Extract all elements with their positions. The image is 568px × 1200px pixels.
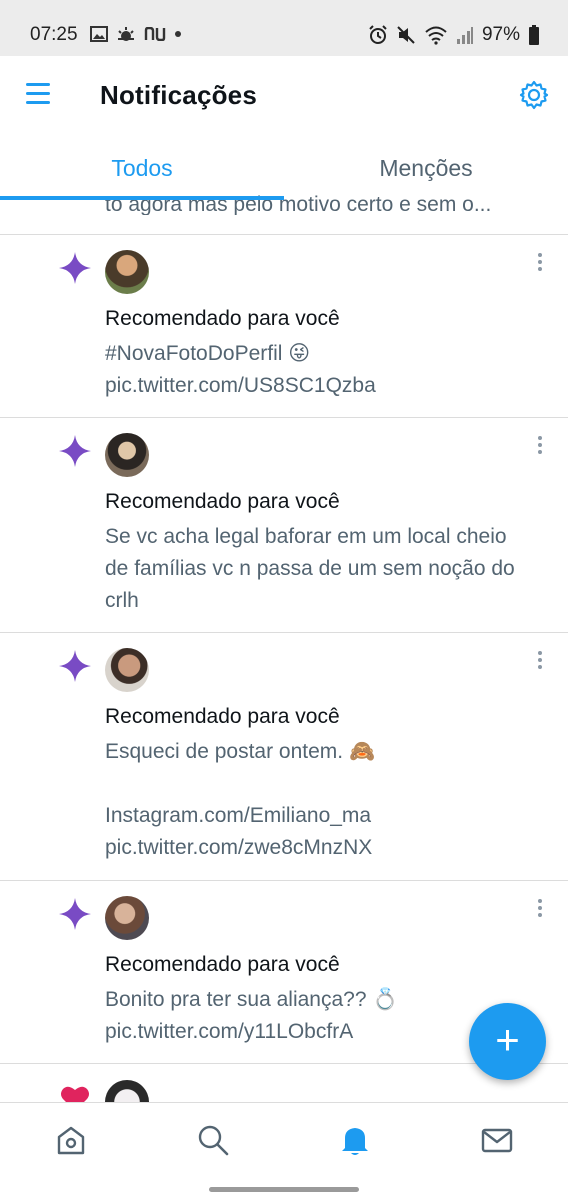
nu-icon xyxy=(144,27,166,41)
battery-percent: 97% xyxy=(481,24,520,45)
bottom-navigation xyxy=(0,1102,568,1181)
status-time: 07:25 xyxy=(30,24,78,45)
more-options-icon[interactable] xyxy=(535,436,545,458)
sparkle-icon xyxy=(59,435,91,467)
settings-gear-icon[interactable] xyxy=(518,79,550,111)
menu-icon[interactable] xyxy=(26,83,50,107)
avatar[interactable] xyxy=(105,648,149,692)
page-title: Notificações xyxy=(100,80,258,110)
heart-icon xyxy=(61,1086,89,1102)
notification-heading: Recomendado para você xyxy=(105,490,340,513)
wifi-icon xyxy=(425,26,447,45)
mute-icon xyxy=(397,26,415,44)
notifications-icon[interactable] xyxy=(338,1123,372,1157)
weather-icon xyxy=(118,27,134,41)
home-indicator[interactable] xyxy=(209,1187,359,1192)
notification-heading: Recomendado para você xyxy=(105,705,340,728)
battery-icon xyxy=(529,25,539,45)
notification-text: Esqueci de postar ontem. 🙈 Instagram.com… xyxy=(105,740,376,859)
messages-icon[interactable] xyxy=(480,1123,514,1157)
gallery-icon xyxy=(90,26,108,42)
more-options-icon[interactable] xyxy=(535,253,545,275)
notification-heading: Recomendado para você xyxy=(105,307,340,330)
tab-mencoes[interactable]: Menções xyxy=(284,140,568,200)
notification-item[interactable]: Recomendado para você Esqueci de postar … xyxy=(0,633,568,880)
signal-icon xyxy=(456,27,473,44)
notification-text: #NovaFotoDoPerfil 😜 pic.twitter.com/US8S… xyxy=(105,342,376,397)
more-options-icon[interactable] xyxy=(535,899,545,921)
notification-text: Bonito pra ter sua aliança?? 💍 pic.twitt… xyxy=(105,988,399,1043)
notification-item[interactable]: Recomendado para você Se vc acha legal b… xyxy=(0,418,568,632)
home-icon[interactable] xyxy=(54,1123,88,1157)
notification-text: Se vc acha legal baforar em um local che… xyxy=(105,525,515,612)
sparkle-icon xyxy=(59,252,91,284)
compose-button[interactable]: + xyxy=(469,1003,546,1080)
plus-icon: + xyxy=(495,1016,520,1063)
status-bar: 07:25 97% xyxy=(0,0,568,56)
alarm-icon xyxy=(369,25,387,44)
avatar[interactable] xyxy=(105,1080,149,1102)
dot-icon xyxy=(175,31,181,37)
avatar[interactable] xyxy=(105,250,149,294)
more-options-icon[interactable] xyxy=(535,651,545,673)
search-icon[interactable] xyxy=(196,1123,230,1157)
active-tab-indicator xyxy=(0,196,284,200)
sparkle-icon xyxy=(59,898,91,930)
tab-todos[interactable]: Todos xyxy=(0,140,284,200)
avatar[interactable] xyxy=(105,433,149,477)
tab-bar: Todos Menções xyxy=(0,140,568,200)
avatar[interactable] xyxy=(105,896,149,940)
app-bar: Notificações xyxy=(0,56,568,140)
notification-heading: Recomendado para você xyxy=(105,953,340,976)
sparkle-icon xyxy=(59,650,91,682)
notification-item[interactable]: Recomendado para você #NovaFotoDoPerfil … xyxy=(0,235,568,417)
